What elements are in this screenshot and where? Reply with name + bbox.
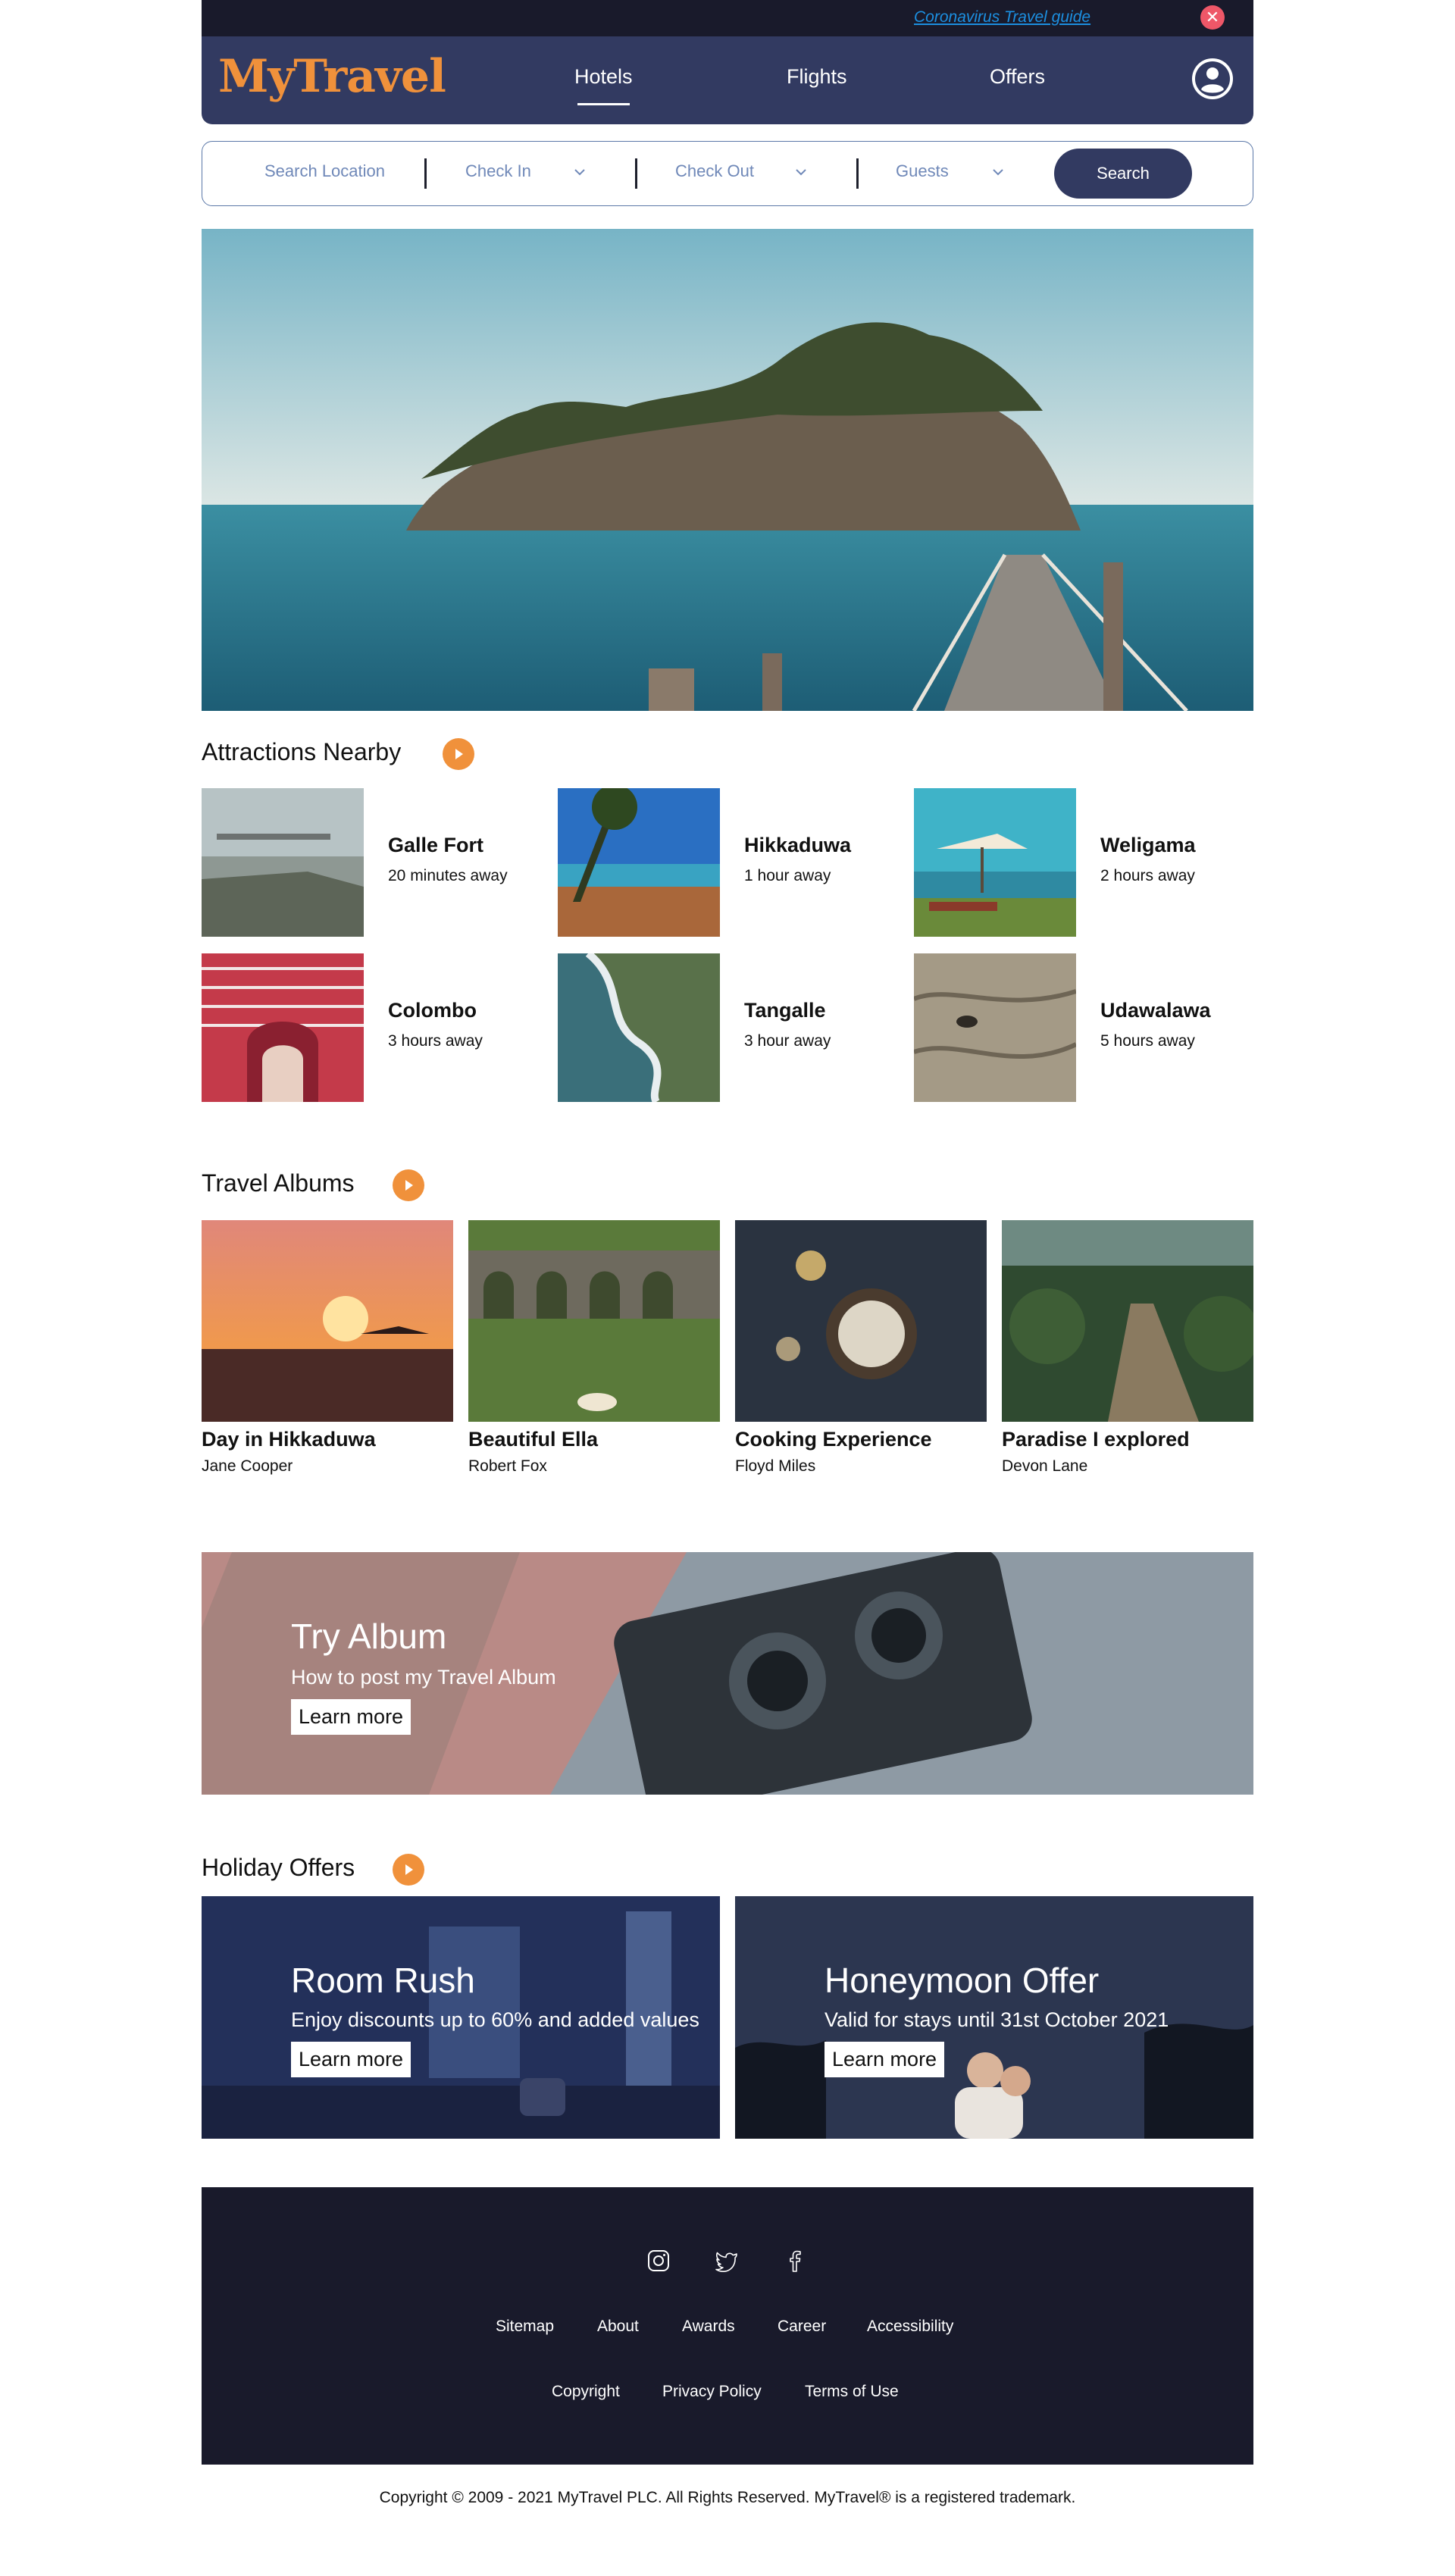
instagram-icon[interactable]: [646, 2248, 671, 2274]
main-navbar: MyTravel Hotels Flights Offers: [202, 36, 1253, 124]
offer-card: Honeymoon Offer Valid for stays until 31…: [735, 1896, 1253, 2139]
attraction-card[interactable]: Udawalawa 5 hours away: [914, 953, 1247, 1102]
attraction-distance: 3 hour away: [744, 1032, 831, 1050]
attraction-name: Udawalawa: [1100, 999, 1211, 1022]
attraction-name: Hikkaduwa: [744, 834, 852, 856]
divider: [635, 158, 637, 189]
album-author: Jane Cooper: [202, 1457, 293, 1475]
user-icon[interactable]: [1191, 58, 1234, 100]
attraction-card[interactable]: Colombo 3 hours away: [202, 953, 535, 1102]
offers-arrow-icon[interactable]: [393, 1854, 424, 1886]
offer-title: Room Rush: [291, 1961, 475, 2000]
attraction-name: Tangalle: [744, 999, 826, 1022]
footer-link-awards[interactable]: Awards: [682, 2318, 735, 2336]
attraction-distance: 5 hours away: [1100, 1032, 1195, 1050]
album-author: Robert Fox: [468, 1457, 547, 1475]
album-title: Paradise I explored: [1002, 1428, 1190, 1451]
offer-card: Room Rush Enjoy discounts up to 60% and …: [202, 1896, 720, 2139]
album-title: Beautiful Ella: [468, 1428, 599, 1451]
attraction-distance: 20 minutes away: [388, 867, 508, 884]
divider: [424, 158, 427, 189]
chevron-down-icon[interactable]: [571, 163, 589, 181]
footer-link-terms-of-use[interactable]: Terms of Use: [805, 2383, 899, 2401]
attraction-name: Colombo: [388, 999, 477, 1022]
footer: Sitemap About Awards Career Accessibilit…: [202, 2187, 1253, 2465]
chevron-down-icon[interactable]: [989, 163, 1007, 181]
promo-title: Try Album: [291, 1617, 447, 1656]
album-card[interactable]: Paradise I explored Devon Lane: [1002, 1220, 1253, 1476]
search-button[interactable]: Search: [1054, 149, 1192, 199]
attraction-thumbnail: [202, 953, 364, 1102]
attraction-thumbnail: [558, 788, 720, 937]
twitter-icon[interactable]: [714, 2248, 740, 2274]
attraction-thumbnail: [914, 788, 1076, 937]
section-title-albums: Travel Albums: [202, 1169, 355, 1197]
section-title-attractions: Attractions Nearby: [202, 738, 402, 765]
search-location-input[interactable]: Search Location: [264, 161, 385, 181]
attraction-thumbnail: [914, 953, 1076, 1102]
attraction-distance: 3 hours away: [388, 1032, 483, 1050]
attraction-card[interactable]: Weligama 2 hours away: [914, 788, 1247, 937]
nav-offers[interactable]: Offers: [990, 65, 1045, 89]
nav-flights[interactable]: Flights: [787, 65, 847, 89]
promo-subtitle: How to post my Travel Album: [291, 1666, 556, 1689]
attraction-name: Weligama: [1100, 834, 1196, 856]
nav-hotels[interactable]: Hotels: [574, 65, 633, 105]
album-image: [202, 1220, 453, 1422]
attraction-card[interactable]: Tangalle 3 hour away: [558, 953, 891, 1102]
learn-more-button[interactable]: Learn more: [824, 2042, 945, 2077]
close-icon[interactable]: ✕: [1200, 5, 1225, 30]
footer-link-accessibility[interactable]: Accessibility: [867, 2318, 953, 2336]
copyright-text: Copyright © 2009 - 2021 MyTravel PLC. Al…: [379, 2489, 1076, 2506]
offer-title: Honeymoon Offer: [824, 1961, 1100, 2000]
album-author: Floyd Miles: [735, 1457, 816, 1475]
learn-more-button[interactable]: Learn more: [291, 1699, 411, 1735]
footer-link-privacy-policy[interactable]: Privacy Policy: [662, 2383, 762, 2401]
footer-link-about[interactable]: About: [597, 2318, 639, 2336]
album-title: Cooking Experience: [735, 1428, 932, 1451]
album-author: Devon Lane: [1002, 1457, 1088, 1475]
travel-guide-link[interactable]: Coronavirus Travel guide: [914, 8, 1090, 27]
album-title: Day in Hikkaduwa: [202, 1428, 376, 1451]
attractions-arrow-icon[interactable]: [443, 738, 474, 770]
offer-subtitle: Valid for stays until 31st October 2021: [824, 2008, 1169, 2031]
footer-link-sitemap[interactable]: Sitemap: [496, 2318, 554, 2336]
facebook-icon[interactable]: [782, 2248, 808, 2274]
album-image: [1002, 1220, 1253, 1422]
logo[interactable]: MyTravel: [218, 50, 446, 103]
try-album-banner: Try Album How to post my Travel Album Le…: [202, 1552, 1253, 1795]
footer-link-career[interactable]: Career: [778, 2318, 826, 2336]
check-in-select[interactable]: Check In: [465, 161, 531, 181]
divider: [856, 158, 859, 189]
check-out-select[interactable]: Check Out: [675, 161, 754, 181]
hero-image: [202, 229, 1253, 711]
album-card[interactable]: Day in Hikkaduwa Jane Cooper: [202, 1220, 453, 1476]
learn-more-button[interactable]: Learn more: [291, 2042, 411, 2077]
top-banner: Coronavirus Travel guide ✕: [202, 0, 1253, 36]
attraction-card[interactable]: Hikkaduwa 1 hour away: [558, 788, 891, 937]
album-image: [468, 1220, 720, 1422]
attraction-thumbnail: [558, 953, 720, 1102]
chevron-down-icon[interactable]: [792, 163, 810, 181]
album-image: [735, 1220, 987, 1422]
attraction-card[interactable]: Galle Fort 20 minutes away: [202, 788, 535, 937]
attraction-name: Galle Fort: [388, 834, 484, 856]
guests-select[interactable]: Guests: [896, 161, 949, 181]
album-card[interactable]: Beautiful Ella Robert Fox: [468, 1220, 720, 1476]
attraction-distance: 1 hour away: [744, 867, 831, 884]
search-bar: Search Location Check In Check Out Guest…: [202, 141, 1253, 206]
albums-arrow-icon[interactable]: [393, 1169, 424, 1201]
footer-link-copyright[interactable]: Copyright: [552, 2383, 620, 2401]
attraction-thumbnail: [202, 788, 364, 937]
offer-subtitle: Enjoy discounts up to 60% and added valu…: [291, 2008, 699, 2031]
section-title-offers: Holiday Offers: [202, 1854, 355, 1881]
album-card[interactable]: Cooking Experience Floyd Miles: [735, 1220, 987, 1476]
attraction-distance: 2 hours away: [1100, 867, 1195, 884]
